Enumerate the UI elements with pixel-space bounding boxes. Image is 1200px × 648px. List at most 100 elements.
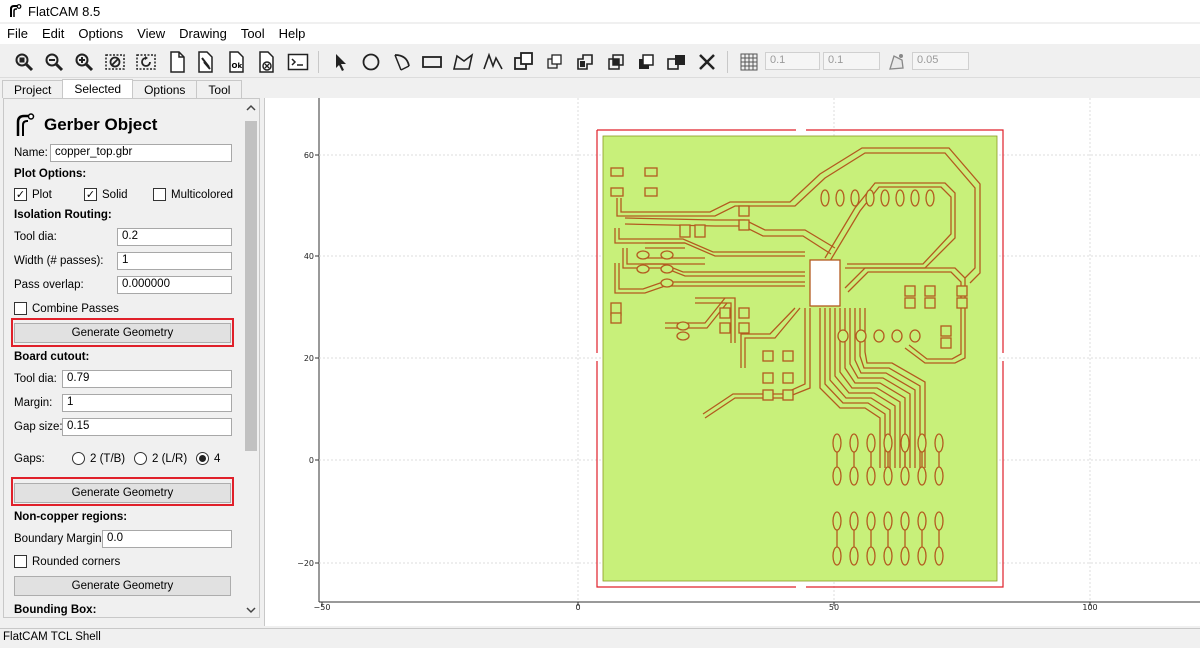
boundary-margin-label: Boundary Margin: xyxy=(14,533,105,545)
pass-overlap-field[interactable]: 0.000000 xyxy=(117,276,232,294)
x-tick-label: 50 xyxy=(829,603,839,612)
clear-plot-icon[interactable] xyxy=(103,50,127,74)
tool-dia-field[interactable]: 0.2 xyxy=(117,228,232,246)
scroll-down-icon[interactable] xyxy=(243,603,259,617)
board-cutout-heading: Board cutout: xyxy=(14,351,90,363)
plot-checkbox[interactable]: ✓ xyxy=(14,188,27,201)
path-icon[interactable] xyxy=(481,50,505,74)
gap-size-field[interactable]: 0.15 xyxy=(62,418,232,436)
menu-options[interactable]: Options xyxy=(71,24,130,44)
cutout-generate-geometry-button[interactable]: Generate Geometry xyxy=(14,483,231,503)
rectangle-icon[interactable] xyxy=(420,50,444,74)
gaps-label: Gaps: xyxy=(14,453,45,465)
job-icon[interactable]: Ok xyxy=(225,50,249,74)
panel-scrollbar[interactable] xyxy=(243,99,259,617)
tab-selected[interactable]: Selected xyxy=(62,79,134,98)
margin-label: Margin: xyxy=(14,397,53,409)
replot-icon[interactable] xyxy=(134,50,158,74)
copy-icon[interactable] xyxy=(543,50,567,74)
grid-x-input[interactable]: 0.1 xyxy=(765,52,820,70)
pass-overlap-label: Pass overlap: xyxy=(14,279,84,291)
polygon-icon[interactable] xyxy=(451,50,475,74)
multicolored-checkbox[interactable] xyxy=(153,188,166,201)
flatcam-logo-icon xyxy=(16,113,35,136)
menu-bar: File Edit Options View Drawing Tool Help xyxy=(0,24,1200,44)
boundary-margin-field[interactable]: 0.0 xyxy=(102,530,232,548)
x-tick-label: −50 xyxy=(314,603,331,612)
toolbar-separator xyxy=(318,51,319,73)
zoom-fit-icon[interactable] xyxy=(12,50,36,74)
gaps-tb-radio[interactable] xyxy=(72,452,85,465)
multicolored-checkbox-row[interactable]: Multicolored xyxy=(153,188,233,201)
plot-checkbox-row[interactable]: ✓ Plot xyxy=(14,188,52,201)
bounding-box-heading: Bounding Box: xyxy=(14,604,97,616)
rounded-corners-row[interactable]: Rounded corners xyxy=(14,555,120,568)
noncopper-generate-geometry-button[interactable]: Generate Geometry xyxy=(14,576,231,596)
multicolored-label: Multicolored xyxy=(171,188,233,201)
cutout-tool-dia-field[interactable]: 0.79 xyxy=(62,370,232,388)
intersection-icon[interactable] xyxy=(604,50,628,74)
grid-y-input[interactable]: 0.1 xyxy=(823,52,880,70)
union-icon[interactable] xyxy=(573,50,597,74)
arc-icon[interactable] xyxy=(390,50,414,74)
shell-icon[interactable] xyxy=(286,50,310,74)
tool-dia-label: Tool dia: xyxy=(14,231,57,243)
combine-passes-row[interactable]: Combine Passes xyxy=(14,302,119,315)
new-project-icon[interactable] xyxy=(165,50,189,74)
zoom-in-icon[interactable] xyxy=(72,50,96,74)
plot-canvas[interactable]: −50 0 50 100 60 40 20 0 −20 xyxy=(264,98,1200,626)
zoom-out-icon[interactable] xyxy=(42,50,66,74)
window-title: FlatCAM 8.5 xyxy=(28,3,101,19)
gaps-lr-radio-row[interactable]: 2 (L/R) xyxy=(134,452,187,465)
plot-svg[interactable]: −50 0 50 100 60 40 20 0 −20 xyxy=(265,98,1200,626)
circle-icon[interactable] xyxy=(359,50,383,74)
subtract-icon[interactable] xyxy=(634,50,658,74)
gaps-tb-radio-row[interactable]: 2 (T/B) xyxy=(72,452,125,465)
delete-object-icon[interactable] xyxy=(194,50,218,74)
width-passes-label: Width (# passes): xyxy=(14,255,104,267)
solid-checkbox[interactable]: ✓ xyxy=(84,188,97,201)
margin-field[interactable]: 1 xyxy=(62,394,232,412)
y-tick-label: 0 xyxy=(309,456,314,465)
gaps-4-radio[interactable] xyxy=(196,452,209,465)
menu-file[interactable]: File xyxy=(0,24,35,44)
delete-icon[interactable] xyxy=(695,50,719,74)
solid-checkbox-row[interactable]: ✓ Solid xyxy=(84,188,128,201)
tab-tool[interactable]: Tool xyxy=(196,80,243,98)
gaps-lr-radio[interactable] xyxy=(134,452,147,465)
flatcam-logo-icon xyxy=(10,4,22,17)
toolbar-separator xyxy=(727,51,728,73)
cancel-icon[interactable] xyxy=(255,50,279,74)
menu-drawing[interactable]: Drawing xyxy=(172,24,234,44)
width-passes-field[interactable]: 1 xyxy=(117,252,232,270)
isolation-generate-geometry-button[interactable]: Generate Geometry xyxy=(14,323,231,343)
snap-max-input[interactable]: 0.05 xyxy=(912,52,969,70)
select-arrow-icon[interactable] xyxy=(329,50,353,74)
y-tick-label: 60 xyxy=(304,151,314,160)
cutpath-icon[interactable] xyxy=(665,50,689,74)
menu-view[interactable]: View xyxy=(130,24,172,44)
menu-help[interactable]: Help xyxy=(272,24,313,44)
scroll-up-icon[interactable] xyxy=(243,101,259,115)
radio-selected-dot xyxy=(199,455,206,462)
plot-options-heading: Plot Options: xyxy=(14,168,87,180)
tab-options[interactable]: Options xyxy=(132,80,198,98)
tab-project[interactable]: Project xyxy=(2,80,64,98)
isolation-heading: Isolation Routing: xyxy=(14,209,112,221)
panel-title: Gerber Object xyxy=(44,115,158,134)
svg-text:Ok: Ok xyxy=(232,62,243,70)
solid-label: Solid xyxy=(102,188,128,201)
combine-passes-checkbox[interactable] xyxy=(14,302,27,315)
move-icon[interactable] xyxy=(512,50,536,74)
menu-edit[interactable]: Edit xyxy=(35,24,71,44)
grid-snap-icon[interactable] xyxy=(737,50,761,74)
snap-corner-icon[interactable] xyxy=(884,50,908,74)
gaps-4-label: 4 xyxy=(214,452,221,465)
gaps-tb-label: 2 (T/B) xyxy=(90,452,126,465)
gaps-4-radio-row[interactable]: 4 xyxy=(196,452,220,465)
name-field[interactable]: copper_top.gbr xyxy=(50,144,232,162)
scroll-thumb[interactable] xyxy=(245,121,257,451)
menu-tool[interactable]: Tool xyxy=(234,24,272,44)
rounded-corners-label: Rounded corners xyxy=(32,555,121,568)
rounded-corners-checkbox[interactable] xyxy=(14,555,27,568)
